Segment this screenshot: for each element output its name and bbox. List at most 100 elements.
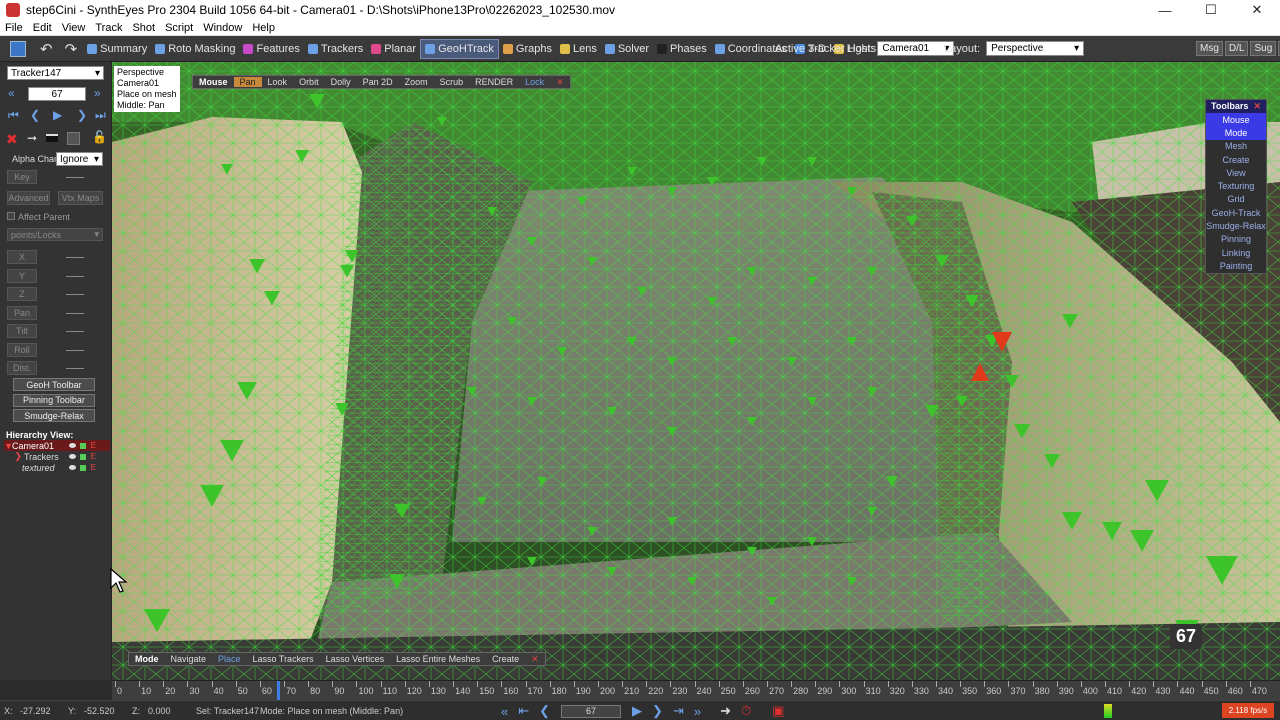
scene-render[interactable] bbox=[112, 62, 1280, 680]
grey-swatch-icon[interactable] bbox=[67, 132, 80, 145]
save-icon[interactable] bbox=[10, 40, 26, 57]
room-tab-solver[interactable]: Solver bbox=[601, 39, 653, 59]
eye-icon[interactable] bbox=[69, 465, 76, 470]
room-tab-graphs[interactable]: Graphs bbox=[499, 39, 556, 59]
fast-forward-icon[interactable]: » bbox=[694, 704, 701, 719]
msg-button[interactable]: Msg bbox=[1196, 41, 1223, 56]
layout-select[interactable]: Perspective ▾ bbox=[986, 41, 1085, 56]
mouse-look-button[interactable]: Look bbox=[262, 77, 294, 87]
menu-window[interactable]: Window bbox=[198, 22, 247, 34]
mouse-zoom-button[interactable]: Zoom bbox=[399, 77, 434, 87]
toolbars-item-create[interactable]: Create bbox=[1206, 153, 1266, 166]
room-tab-lens[interactable]: Lens bbox=[556, 39, 601, 59]
render-icon[interactable]: ▣ bbox=[772, 703, 784, 719]
color-swatch-icon[interactable] bbox=[80, 464, 86, 471]
room-tab-planar[interactable]: Planar bbox=[367, 39, 420, 59]
maximize-button[interactable]: ☐ bbox=[1188, 2, 1234, 18]
mouse-lock-button[interactable]: Lock bbox=[519, 77, 550, 87]
toolbars-item-mesh[interactable]: Mesh bbox=[1206, 140, 1266, 153]
room-tab-phases[interactable]: Phases bbox=[653, 39, 711, 59]
last-frame-icon[interactable]: ⏭ bbox=[95, 108, 106, 123]
mode-lasso-vertices-button[interactable]: Lasso Vertices bbox=[320, 654, 391, 664]
toolbars-item-texturing[interactable]: Texturing bbox=[1206, 179, 1266, 192]
alpha-channel-select[interactable]: Ignore ▾ bbox=[56, 152, 103, 166]
close-button[interactable]: ✕ bbox=[1234, 2, 1280, 18]
toolbars-item-geoh-track[interactable]: GeoH-Track bbox=[1206, 206, 1266, 219]
menu-file[interactable]: File bbox=[0, 22, 28, 34]
expand-icon[interactable]: ❯ bbox=[4, 451, 24, 462]
previous-frame-icon[interactable]: ❮ bbox=[539, 703, 550, 719]
perspective-viewport[interactable]: Perspective Camera01 Place on mesh Middle: … bbox=[112, 62, 1280, 680]
arrow-right-icon[interactable]: ➜ bbox=[720, 703, 731, 719]
hierarchy-item-trackers[interactable]: ❯ Trackers E bbox=[4, 451, 110, 462]
enable-toggle[interactable]: E bbox=[91, 441, 96, 450]
first-frame-icon[interactable]: ⇤ bbox=[518, 703, 529, 719]
d-l-button[interactable]: D/L bbox=[1224, 41, 1249, 56]
axis-pan-button[interactable]: Pan bbox=[7, 305, 37, 320]
mouse-scrub-button[interactable]: Scrub bbox=[434, 77, 470, 87]
axis-x-button[interactable]: X bbox=[7, 250, 37, 264]
toolbars-item-view[interactable]: View bbox=[1206, 166, 1266, 179]
fast-forward-icon[interactable]: » bbox=[94, 86, 101, 100]
key-button[interactable]: Key bbox=[7, 170, 37, 184]
mode-lasso-trackers-button[interactable]: Lasso Trackers bbox=[247, 654, 320, 664]
close-icon[interactable]: ✕ bbox=[1253, 101, 1261, 112]
toolbars-item-mouse[interactable]: Mouse bbox=[1206, 113, 1266, 127]
mouse-render-button[interactable]: RENDER bbox=[469, 77, 519, 87]
menu-view[interactable]: View bbox=[57, 22, 91, 34]
minimize-button[interactable]: — bbox=[1142, 3, 1188, 18]
eye-icon[interactable] bbox=[69, 454, 76, 459]
previous-frame-icon[interactable]: ❮ bbox=[30, 108, 40, 122]
toolbars-item-mode[interactable]: Mode bbox=[1206, 126, 1266, 140]
smudge-relax-button[interactable]: Smudge-Relax bbox=[13, 409, 95, 422]
mouse-dolly-button[interactable]: Dolly bbox=[325, 77, 357, 87]
mode-navigate-button[interactable]: Navigate bbox=[165, 654, 213, 664]
axis-roll-button[interactable]: Roll bbox=[7, 342, 37, 357]
mouse-pan-button[interactable]: Pan bbox=[233, 77, 262, 87]
redo-icon[interactable]: ↷ bbox=[65, 40, 78, 58]
menu-help[interactable]: Help bbox=[247, 22, 280, 34]
menu-script[interactable]: Script bbox=[160, 22, 198, 34]
axis-tilt-button[interactable]: Tilt bbox=[7, 324, 37, 338]
timeline-bar[interactable]: 0 10 20 30 40 50 60 70 80 90 100 110 120 130 140 150 160… bbox=[112, 680, 1280, 701]
sug-button[interactable]: Sug bbox=[1250, 41, 1277, 56]
delete-icon[interactable]: ✖ bbox=[6, 131, 18, 148]
next-frame-icon[interactable]: ❯ bbox=[652, 703, 663, 719]
menu-edit[interactable]: Edit bbox=[28, 22, 57, 34]
menu-shot[interactable]: Shot bbox=[127, 22, 160, 34]
tracker-select[interactable]: Tracker147 ▾ bbox=[7, 66, 104, 80]
advanced-button[interactable]: Advanced bbox=[7, 191, 50, 205]
mode-create-button[interactable]: Create bbox=[486, 654, 525, 664]
affect-parent-checkbox[interactable] bbox=[7, 212, 15, 220]
undo-icon[interactable]: ↶ bbox=[40, 40, 53, 58]
geoh-toolbar-button[interactable]: GeoH Toolbar bbox=[13, 378, 95, 391]
points-locks-select[interactable]: points/Locks ▾ bbox=[7, 228, 103, 241]
arrow-right-icon[interactable]: ➞ bbox=[27, 131, 37, 145]
toolbars-item-smudge-relax[interactable]: Smudge-Relax bbox=[1206, 219, 1266, 232]
mode-place-button[interactable]: Place bbox=[212, 654, 247, 664]
last-frame-icon[interactable]: ⇥ bbox=[673, 703, 684, 719]
close-icon[interactable]: ✕ bbox=[525, 654, 545, 665]
vtx-maps-button[interactable]: Vtx Maps bbox=[58, 191, 103, 205]
toolbars-item-pinning[interactable]: Pinning bbox=[1206, 233, 1266, 246]
status-frame-field[interactable]: 67 bbox=[561, 704, 622, 718]
black-swatch-icon[interactable] bbox=[46, 134, 58, 142]
mouse-orbit-button[interactable]: Orbit bbox=[293, 77, 325, 87]
room-tab-roto-masking[interactable]: Roto Masking bbox=[151, 39, 239, 59]
room-tab-summary[interactable]: Summary bbox=[83, 39, 151, 59]
record-icon[interactable]: ⏱ bbox=[741, 703, 751, 719]
color-swatch-icon[interactable] bbox=[80, 453, 86, 460]
pinning-toolbar-button[interactable]: Pinning Toolbar bbox=[13, 393, 95, 407]
enable-toggle[interactable]: E bbox=[91, 463, 96, 472]
lock-icon[interactable]: 🔓 bbox=[92, 130, 107, 144]
play-icon[interactable]: ▶ bbox=[53, 108, 62, 122]
axis-dist-button[interactable]: Dist. bbox=[7, 361, 37, 375]
room-tab-trackers[interactable]: Trackers bbox=[304, 39, 367, 59]
axis-y-button[interactable]: Y bbox=[7, 268, 37, 283]
eye-icon[interactable] bbox=[69, 443, 76, 448]
first-frame-icon[interactable]: ⏮ bbox=[8, 108, 19, 123]
hierarchy-item-textured[interactable]: textured E bbox=[4, 462, 110, 473]
play-icon[interactable]: ▶ bbox=[632, 703, 642, 719]
room-tab-features[interactable]: Features bbox=[239, 39, 303, 59]
axis-z-button[interactable]: Z bbox=[7, 287, 37, 301]
